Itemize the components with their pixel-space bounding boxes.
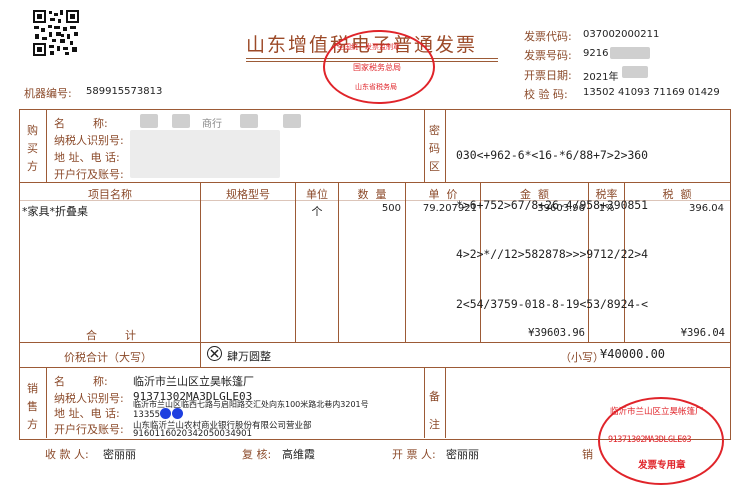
seller-side-label: 销 售 方: [27, 380, 39, 434]
seller-taxid-label: 纳税人识别号:: [54, 392, 124, 405]
subtotal-label: 合 计: [86, 329, 136, 342]
item-tax: 396.04: [689, 203, 724, 214]
subtotal-amount: ¥39603.96: [528, 327, 585, 339]
rule-col-spec: [200, 182, 201, 342]
notes-label: 备 注: [429, 383, 441, 439]
notes-char-1: 备: [429, 390, 440, 403]
seller-address-label: 地 址、电 话:: [54, 407, 120, 420]
header-item-name: 项目名称: [88, 188, 132, 201]
payee-label: 收 款 人:: [45, 448, 89, 461]
buyer-side-char-1: 购: [27, 124, 38, 137]
item-rate: 1%: [598, 203, 615, 214]
total-label: 价税合计（大写）: [64, 351, 152, 364]
header-spec: 规格型号: [226, 188, 270, 201]
buyer-side-char-3: 方: [27, 160, 38, 173]
buyer-side-char-2: 买: [27, 142, 38, 155]
seller-account: 9160116020342050034901: [133, 429, 252, 439]
cipher-side-char-3: 区: [429, 160, 440, 173]
rule-notes-left: [424, 367, 425, 438]
header-qty: 数 量: [357, 188, 387, 201]
tax-stamp-bottom: 山东省税务局: [355, 83, 397, 91]
header-price: 单 价: [428, 188, 458, 201]
rule-cipher-left: [424, 109, 425, 182]
invoice-code: 037002000211: [583, 29, 660, 40]
buyer-name-label: 名 称:: [54, 117, 108, 130]
seller-invoice-stamp: 临沂市兰山区立昊帐篷厂 91371302MA3DLGLE03 发票专用章: [598, 397, 724, 485]
cipher-side-char-1: 密: [429, 124, 440, 137]
qr-code: [32, 9, 80, 57]
redacted-issue-date: [622, 66, 648, 78]
rule-buyer-side: [46, 109, 47, 182]
redacted-buyer-details: [130, 130, 280, 178]
tax-bureau-stamp: 全国统一发票监制章 国家税务总局 山东省税务局: [323, 30, 435, 104]
cipher-block: 030<+962-6*<16-*6/88+7>2>360 *>6+752>67/…: [456, 114, 648, 329]
total-words: 肆万圆整: [227, 350, 271, 363]
issue-date-label: 开票日期:: [524, 69, 572, 82]
seller-side-char-2: 售: [27, 400, 38, 413]
tax-stamp-top: 全国统一发票监制章: [337, 43, 400, 51]
buyer-taxid-label: 纳税人识别号:: [54, 134, 124, 147]
check-code-label: 校 验 码:: [524, 88, 568, 101]
cipher-side-label: 密 码 区: [429, 122, 441, 176]
rule-cipher-right: [445, 109, 446, 182]
subtotal-tax: ¥396.04: [680, 327, 725, 339]
redacted-buyer-name-2: [172, 114, 190, 128]
cipher-line-4: 2<54/3759-018-8-19<53/8924-<: [456, 296, 649, 311]
seller-stamp-taxid: 91371302MA3DLGLE03: [608, 435, 692, 445]
rule-total-split: [200, 342, 201, 367]
buyer-address-label: 地 址、电 话:: [54, 151, 120, 164]
header-amount: 金 额: [520, 188, 549, 201]
header-tax: 税 额: [662, 188, 692, 201]
redacted-buyer-name-3: [240, 114, 258, 128]
rule-total-bottom: [19, 367, 730, 368]
tax-stamp-middle: 国家税务总局: [353, 63, 401, 72]
redacted-buyer-name-4: [283, 114, 301, 128]
buyer-partial-name: 商行: [202, 119, 222, 130]
item-amount: 39603.96: [537, 203, 585, 214]
seller-footer-label: 销: [582, 448, 593, 461]
reviewer-name: 高维霞: [282, 448, 315, 461]
item-qty: 500: [381, 203, 401, 214]
seller-side-char-1: 销: [27, 382, 38, 395]
cipher-side-char-2: 码: [429, 142, 440, 155]
header-unit: 单位: [306, 188, 328, 201]
payee-name: 密丽丽: [103, 448, 136, 461]
invoice-number: 9216: [583, 48, 609, 59]
buyer-bank-label: 开户行及账号:: [54, 168, 124, 181]
cipher-line-1: 030<+962-6*<16-*6/88+7>2>360: [456, 148, 649, 162]
total-small-label: （小写）: [560, 351, 604, 364]
buyer-side-label: 购 买 方: [27, 122, 39, 176]
redacted-invoice-number: [610, 47, 650, 59]
reviewer-label: 复 核:: [242, 448, 272, 461]
invoice-number-label: 发票号码:: [524, 49, 572, 62]
seller-side-char-3: 方: [27, 418, 38, 431]
item-unit: 个: [311, 205, 323, 218]
seller-name: 临沂市兰山区立昊帐篷厂: [133, 375, 254, 388]
invoice-code-label: 发票代码:: [524, 30, 572, 43]
redacted-phone-dot-1: [160, 408, 171, 419]
seller-name-label: 名 称:: [54, 375, 108, 388]
machine-number-label: 机器编号:: [24, 87, 72, 100]
redacted-buyer-name-1: [140, 114, 158, 128]
cross-circle-icon: [207, 346, 222, 361]
drawer-name: 密丽丽: [446, 448, 479, 461]
machine-number: 589915573813: [86, 86, 163, 97]
seller-bank-label: 开户行及账号:: [54, 423, 124, 436]
check-code: 13502 41093 71169 01429: [583, 87, 720, 98]
header-rate: 税率: [595, 188, 618, 201]
item-price: 79.207921: [422, 203, 477, 214]
rule-notes-right: [445, 367, 446, 438]
drawer-label: 开 票 人:: [392, 448, 436, 461]
rule-seller-side: [46, 367, 47, 438]
issue-date: 2021年: [583, 72, 619, 83]
seller-stamp-bottom: 发票专用章: [638, 460, 686, 471]
notes-char-2: 注: [429, 418, 440, 431]
item-name: *家具*折叠桌: [22, 205, 88, 218]
seller-stamp-arc: 临沂市兰山区立昊帐篷厂: [610, 407, 704, 417]
redacted-phone-dot-2: [172, 408, 183, 419]
cipher-line-3: 4>2>*//12>582878>>>9712/22>4: [456, 247, 649, 261]
total-amount: ¥40000.00: [600, 347, 666, 361]
